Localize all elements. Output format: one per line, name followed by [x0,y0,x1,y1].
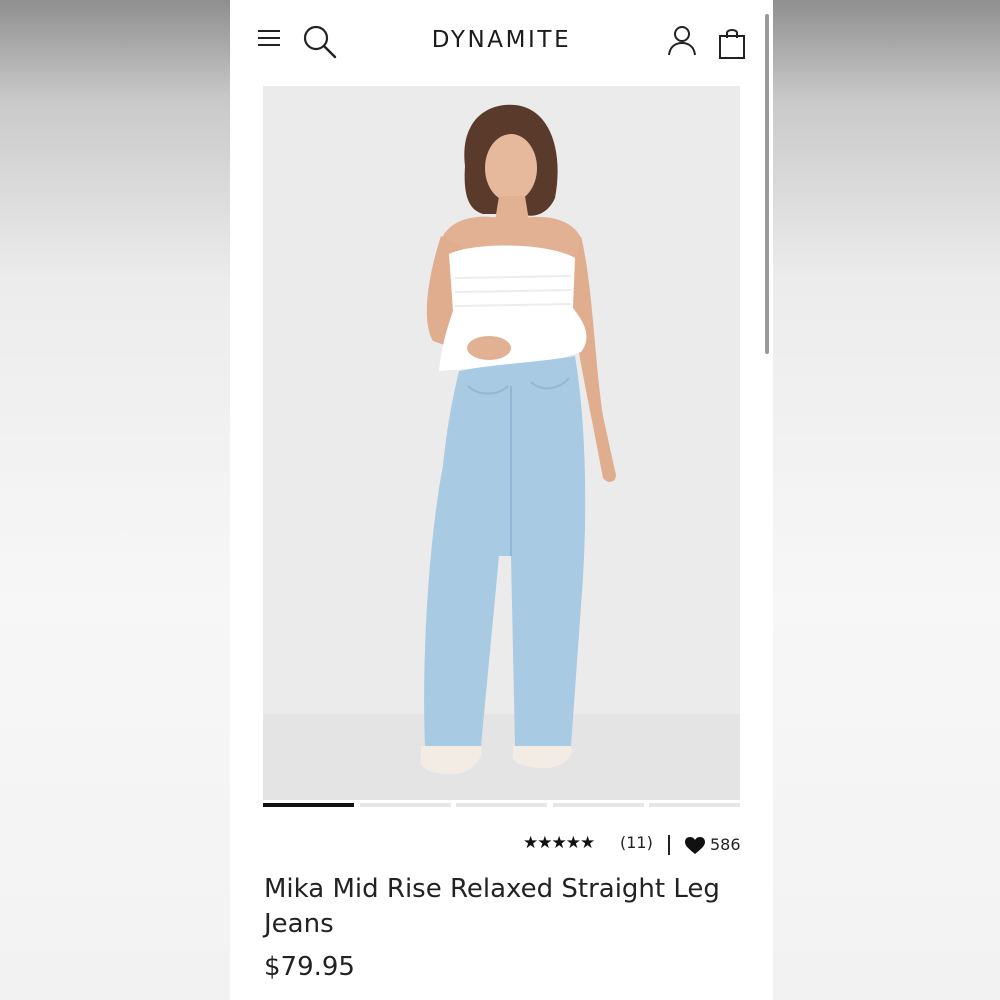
carousel-dot-2[interactable] [360,803,451,807]
product-page: DYNAMITE ★★★★★ (11) 586 Mika Mid Rise Re… [230,0,773,1000]
review-count[interactable]: (11) [620,833,653,852]
carousel-dot-3[interactable] [456,803,547,807]
image-carousel-indicator [263,803,740,808]
star-rating[interactable]: ★★★★★ [523,833,595,853]
site-header: DYNAMITE [230,0,773,84]
model-photo [263,86,740,800]
account-icon[interactable] [666,24,698,58]
product-title: Mika Mid Rise Relaxed Straight Leg Jeans [264,874,720,939]
carousel-dot-1[interactable] [263,803,354,807]
carousel-dot-5[interactable] [649,803,740,807]
like-count: 586 [710,835,741,854]
rating-row: ★★★★★ (11) 586 [523,830,743,860]
heart-icon[interactable] [685,837,705,855]
product-image[interactable] [263,86,740,800]
shopping-bag-icon[interactable] [718,26,746,60]
product-price: $79.95 [264,952,355,982]
separator [668,835,670,855]
carousel-dot-4[interactable] [553,803,644,807]
